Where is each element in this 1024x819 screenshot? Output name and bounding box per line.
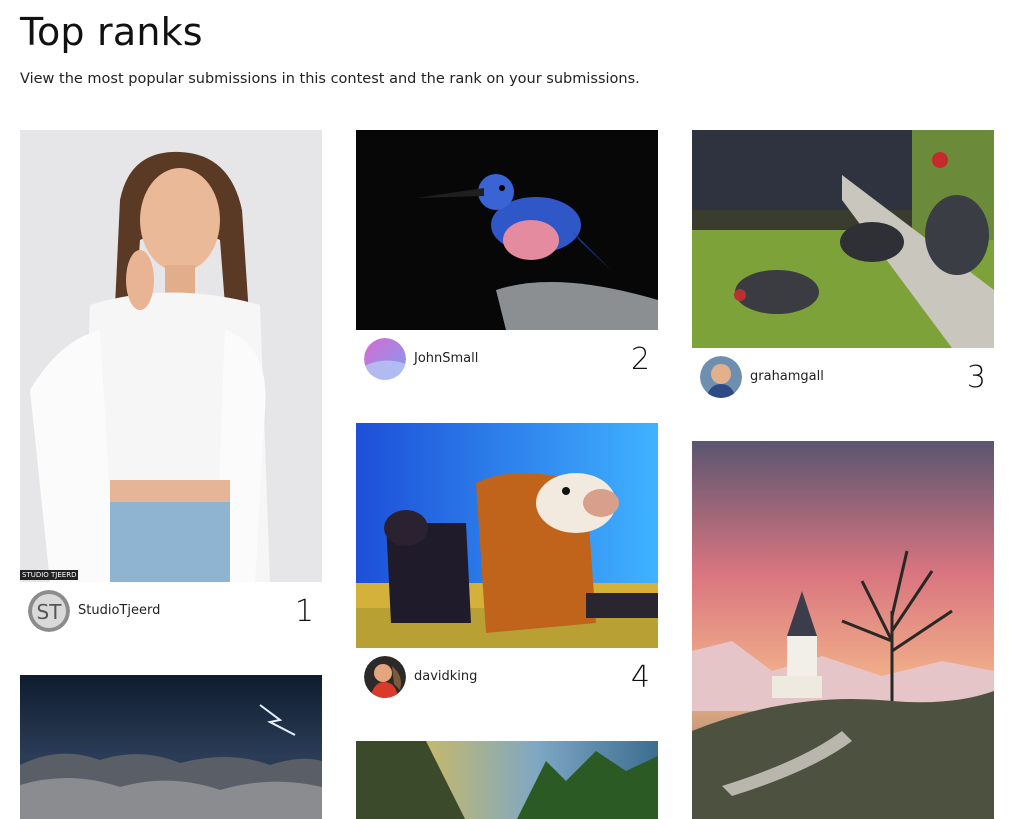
page-title: Top ranks — [20, 10, 203, 54]
avatar[interactable] — [364, 338, 406, 380]
username-link[interactable]: grahamgall — [750, 369, 824, 384]
submission-photo-cows[interactable] — [356, 423, 658, 648]
photo-watermark: STUDIO TJEERD — [20, 570, 79, 580]
submission-meta: JohnSmall 2 — [356, 330, 658, 382]
submission-card-7[interactable] — [692, 441, 994, 819]
submission-card-1[interactable]: STUDIO TJEERD ST StudioTjeerd 1 — [20, 130, 322, 634]
submission-card-6[interactable] — [356, 741, 658, 819]
submission-card-2[interactable]: JohnSmall 2 — [356, 130, 658, 382]
submission-photo-forest[interactable] — [356, 741, 658, 819]
avatar-initials: ST — [37, 600, 63, 624]
submission-photo-kingfisher[interactable] — [356, 130, 658, 330]
submission-meta: ST StudioTjeerd 1 — [20, 582, 322, 634]
username-link[interactable]: StudioTjeerd — [78, 603, 160, 618]
submission-card-3[interactable]: grahamgall 3 — [692, 130, 994, 400]
submission-meta: davidking 4 — [356, 648, 658, 700]
username-link[interactable]: JohnSmall — [414, 351, 478, 366]
submission-photo-guineafowl[interactable] — [692, 130, 994, 348]
rank-number: 4 — [630, 660, 650, 695]
rank-number: 1 — [294, 594, 314, 629]
username-link[interactable]: davidking — [414, 669, 477, 684]
avatar[interactable] — [700, 356, 742, 398]
avatar[interactable]: ST — [28, 590, 70, 632]
submission-meta: grahamgall 3 — [692, 348, 994, 400]
submission-card-5[interactable] — [20, 675, 322, 819]
page-description: View the most popular submissions in thi… — [20, 71, 640, 87]
submission-card-4[interactable]: davidking 4 — [356, 423, 658, 700]
rank-number: 2 — [630, 342, 650, 377]
rank-number: 3 — [966, 360, 986, 395]
submission-photo-storm[interactable] — [20, 675, 322, 819]
submission-photo-church[interactable] — [692, 441, 994, 819]
submission-photo-portrait[interactable]: STUDIO TJEERD — [20, 130, 322, 582]
avatar[interactable] — [364, 656, 406, 698]
